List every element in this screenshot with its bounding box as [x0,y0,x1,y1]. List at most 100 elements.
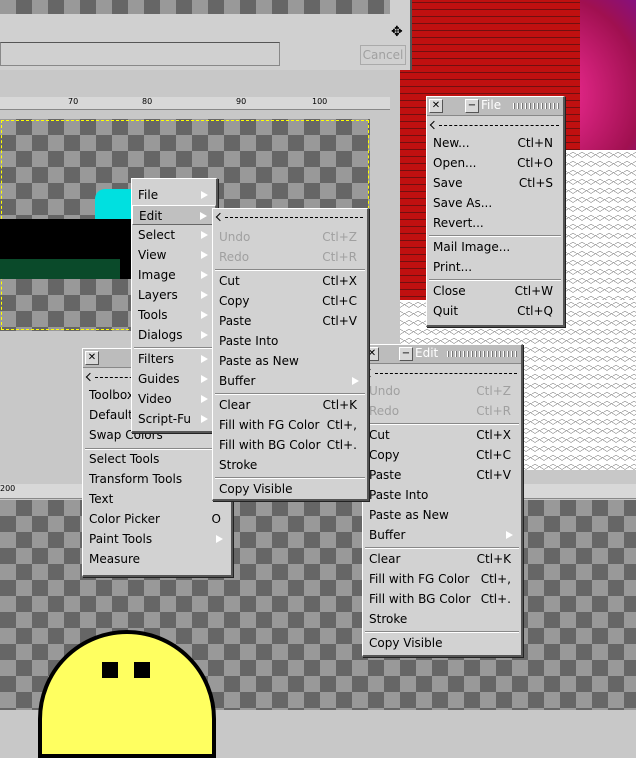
menu-item-copy[interactable]: Copy Ctl+C [213,291,367,311]
menu-item-video[interactable]: Video [132,389,216,409]
submenu-arrow-icon [201,231,208,239]
menu-item-paste-as-new[interactable]: Paste as New [213,351,367,371]
menu-item-measure[interactable]: Measure [83,549,231,569]
menu-item-paste-as-new[interactable]: Paste as New [363,505,521,525]
titlebar-grip [447,351,517,357]
menu-item-stroke[interactable]: Stroke [213,455,367,475]
ruler-tick-80: 80 [142,97,153,106]
submenu-arrow-icon [201,191,208,199]
top-dialog: Cancel ✥ [0,0,412,70]
menu-item-quit[interactable]: Quit Ctl+Q [427,301,563,321]
face-eye-left [102,662,118,678]
yellow-face [38,630,216,758]
submenu-arrow-icon [200,212,207,220]
file-window: ✕ − File New... Ctl+N Open... Ctl+O Save Ct… [426,96,565,327]
menu-item-copy[interactable]: Copy Ctl+C [363,445,521,465]
menu-item-open[interactable]: Open... Ctl+O [427,153,563,173]
ruler-tick-70: 70 [68,97,79,106]
menu-item-buffer[interactable]: Buffer [363,525,521,545]
menu-item-fill-fg[interactable]: Fill with FG Color Ctl+, [213,415,367,435]
menu-item-new[interactable]: New... Ctl+N [427,133,563,153]
edit-submenu: Undo Ctl+Z Redo Ctl+R Cut Ctl+X Copy Ctl+C P… [212,208,369,501]
menu-item-text[interactable]: Text [83,489,231,509]
menu-item-mail-image[interactable]: Mail Image... [427,237,563,257]
edit-window: ✕ − Edit Undo Ctl+Z Redo Ctl+R Cut Ctl+X Co… [362,344,523,657]
menu-item-save-as[interactable]: Save As... [427,193,563,213]
window-title: File [481,98,502,112]
menu-item-buffer[interactable]: Buffer [213,371,367,391]
menu-item-view[interactable]: View [132,245,216,265]
tear-off-line[interactable] [367,369,517,379]
menu-item-paint-tools[interactable]: Paint Tools [83,529,231,549]
move-icon[interactable]: ✥ [391,25,403,39]
cancel-button[interactable]: Cancel [360,45,406,65]
ruler-tick-200: 200 [0,484,16,493]
titlebar-grip [513,103,559,109]
menu-item-fill-bg[interactable]: Fill with BG Color Ctl+. [213,435,367,455]
submenu-arrow-icon [201,311,208,319]
menu-item-color-picker[interactable]: Color Picker O [83,509,231,529]
menu-item-script-fu[interactable]: Script-Fu [132,409,216,429]
menu-item-edit[interactable]: Edit [132,205,216,225]
sprite-green [0,259,120,279]
edit-titlebar[interactable]: ✕ − Edit [363,345,521,364]
submenu-arrow-icon [201,291,208,299]
menu-item-image[interactable]: Image [132,265,216,285]
window-title: Edit [415,346,439,360]
minimize-icon[interactable]: − [399,347,413,361]
menu-item-layers[interactable]: Layers [132,285,216,305]
minimize-icon[interactable]: − [465,99,479,113]
menu-item-copy-visible[interactable]: Copy Visible [363,633,521,653]
menu-item-revert[interactable]: Revert... [427,213,563,233]
ruler-tick-90: 90 [236,97,247,106]
menu-item-stroke[interactable]: Stroke [363,609,521,629]
dialog-preview-strip [0,0,390,14]
menu-item-save[interactable]: Save Ctl+S [427,173,563,193]
menu-item-paste[interactable]: Paste Ctl+V [363,465,521,485]
menu-item-redo[interactable]: Redo Ctl+R [363,401,521,421]
submenu-arrow-icon [201,331,208,339]
menu-item-transform-tools[interactable]: Transform Tools [83,469,231,489]
menu-item-tools[interactable]: Tools [132,305,216,325]
progress-field [0,42,280,66]
submenu-arrow-icon [201,375,208,383]
menu-item-guides[interactable]: Guides [132,369,216,389]
tear-off-line[interactable] [431,121,559,131]
menu-item-cut[interactable]: Cut Ctl+X [213,271,367,291]
menu-item-undo[interactable]: Undo Ctl+Z [363,381,521,401]
menu-item-print[interactable]: Print... [427,257,563,277]
submenu-arrow-icon [201,355,208,363]
menu-item-file[interactable]: File [132,185,216,205]
menu-item-dialogs[interactable]: Dialogs [132,325,216,345]
submenu-arrow-icon [201,271,208,279]
menu-item-paste[interactable]: Paste Ctl+V [213,311,367,331]
menu-item-undo[interactable]: Undo Ctl+Z [213,227,367,247]
tear-off-line[interactable] [217,213,363,223]
file-titlebar[interactable]: ✕ − File [427,97,563,116]
image-context-menu: File Edit Select View Image Layers Tools… [131,178,218,433]
submenu-arrow-icon [201,251,208,259]
ruler-tick-100: 100 [312,97,328,106]
menu-item-clear[interactable]: Clear Ctl+K [213,395,367,415]
menu-item-cut[interactable]: Cut Ctl+X [363,425,521,445]
submenu-arrow-icon [506,531,513,539]
menu-item-clear[interactable]: Clear Ctl+K [363,549,521,569]
menu-item-close[interactable]: Close Ctl+W [427,281,563,301]
menu-item-paste-into[interactable]: Paste Into [363,485,521,505]
menu-item-select[interactable]: Select [132,225,216,245]
menu-item-copy-visible[interactable]: Copy Visible [213,479,367,499]
close-icon[interactable]: ✕ [85,351,99,365]
submenu-arrow-icon [201,395,208,403]
menu-item-paste-into[interactable]: Paste Into [213,331,367,351]
close-icon[interactable]: ✕ [429,99,443,113]
menu-item-fill-fg[interactable]: Fill with FG Color Ctl+, [363,569,521,589]
menu-item-select-tools[interactable]: Select Tools [83,449,231,469]
top-ruler: 70 80 90 100 [0,97,390,110]
face-eye-right [134,662,150,678]
menu-item-filters[interactable]: Filters [132,349,216,369]
submenu-arrow-icon [216,535,223,543]
submenu-arrow-icon [352,377,359,385]
menu-item-redo[interactable]: Redo Ctl+R [213,247,367,267]
menu-item-fill-bg[interactable]: Fill with BG Color Ctl+. [363,589,521,609]
submenu-arrow-icon [201,415,208,423]
